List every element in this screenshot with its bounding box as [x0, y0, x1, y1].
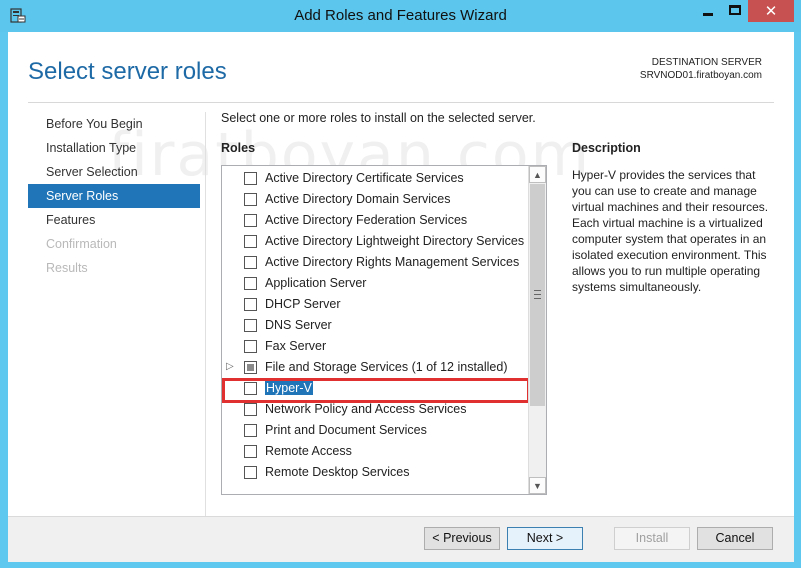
- nav-item-server-selection[interactable]: Server Selection: [28, 160, 200, 184]
- role-label: DNS Server: [265, 318, 332, 332]
- nav-item-confirmation: Confirmation: [46, 237, 117, 251]
- role-row[interactable]: ▷ File and Storage Services (1 of 12 ins…: [222, 357, 528, 378]
- role-row[interactable]: Active Directory Lightweight Directory S…: [222, 231, 528, 252]
- header-divider: [28, 102, 774, 103]
- close-icon: ✕: [764, 3, 778, 20]
- minimize-button[interactable]: [694, 0, 722, 22]
- role-checkbox[interactable]: [244, 172, 257, 185]
- role-row[interactable]: Active Directory Rights Management Servi…: [222, 252, 528, 273]
- role-checkbox[interactable]: [244, 466, 257, 479]
- expand-arrow-icon[interactable]: ▷: [226, 361, 234, 372]
- role-label: Active Directory Rights Management Servi…: [265, 255, 520, 269]
- role-label: Print and Document Services: [265, 423, 427, 437]
- nav-divider: [205, 112, 206, 522]
- role-label: Active Directory Certificate Services: [265, 171, 464, 185]
- role-label: Fax Server: [265, 339, 327, 353]
- wizard-nav: Before You Begin Installation Type Serve…: [28, 112, 200, 280]
- page-title: Select server roles: [28, 58, 227, 85]
- nav-item-features[interactable]: Features: [28, 208, 200, 232]
- nav-item-server-roles[interactable]: Server Roles: [28, 184, 200, 208]
- role-row[interactable]: Remote Access: [222, 441, 528, 462]
- install-button: Install: [614, 527, 690, 550]
- role-checkbox[interactable]: [244, 214, 257, 227]
- role-label: Active Directory Lightweight Directory S…: [265, 234, 525, 248]
- hyper-v-highlight: [222, 378, 530, 403]
- nav-item-before-you-begin[interactable]: Before You Begin: [28, 112, 200, 136]
- title-bar: Add Roles and Features Wizard ✕: [0, 0, 801, 32]
- role-label: Network Policy and Access Services: [265, 402, 467, 416]
- description-heading: Description: [572, 141, 641, 155]
- role-label: Application Server: [265, 276, 367, 290]
- scroll-down-icon[interactable]: ▼: [529, 477, 546, 494]
- scroll-thumb[interactable]: [530, 184, 545, 406]
- roles-heading: Roles: [221, 141, 256, 155]
- role-checkbox[interactable]: [244, 361, 257, 374]
- role-row[interactable]: Remote Desktop Services: [222, 462, 528, 483]
- role-checkbox[interactable]: [244, 256, 257, 269]
- role-label: Remote Desktop Services: [265, 465, 410, 479]
- cancel-button[interactable]: Cancel: [697, 527, 773, 550]
- role-checkbox[interactable]: [244, 424, 257, 437]
- role-label: Remote Access: [265, 444, 352, 458]
- role-row[interactable]: DNS Server: [222, 315, 528, 336]
- destination-server: SRVNOD01.firatboyan.com: [639, 70, 762, 81]
- role-checkbox[interactable]: [244, 277, 257, 290]
- role-checkbox[interactable]: [244, 340, 257, 353]
- role-label: Active Directory Federation Services: [265, 213, 468, 227]
- grip-icon: [534, 290, 541, 299]
- next-button[interactable]: Next >: [507, 527, 583, 550]
- roles-scrollbar[interactable]: ▲ ▼: [528, 166, 546, 494]
- destination-label: DESTINATION SERVER: [651, 57, 762, 68]
- roles-list[interactable]: Active Directory Certificate Services Ac…: [221, 165, 547, 495]
- role-checkbox[interactable]: [244, 235, 257, 248]
- role-checkbox[interactable]: [244, 319, 257, 332]
- role-checkbox[interactable]: [244, 193, 257, 206]
- role-label: Active Directory Domain Services: [265, 192, 451, 206]
- minimize-icon: [703, 13, 713, 16]
- window-title: Add Roles and Features Wizard: [294, 7, 507, 24]
- role-row[interactable]: DHCP Server: [222, 294, 528, 315]
- wizard-footer: < Previous Next > Install Cancel: [8, 516, 794, 562]
- role-label: DHCP Server: [265, 297, 341, 311]
- nav-item-results: Results: [46, 261, 88, 275]
- role-row[interactable]: Print and Document Services: [222, 420, 528, 441]
- role-row[interactable]: Fax Server: [222, 336, 528, 357]
- wizard-client-area: firatboyan.com Select server roles DESTI…: [8, 32, 794, 562]
- role-checkbox[interactable]: [244, 403, 257, 416]
- role-row[interactable]: Application Server: [222, 273, 528, 294]
- previous-button[interactable]: < Previous: [424, 527, 500, 550]
- role-checkbox[interactable]: [244, 445, 257, 458]
- nav-item-installation-type[interactable]: Installation Type: [28, 136, 200, 160]
- instruction-text: Select one or more roles to install on t…: [221, 111, 536, 125]
- role-row[interactable]: Active Directory Domain Services: [222, 189, 528, 210]
- role-checkbox[interactable]: [244, 298, 257, 311]
- role-row[interactable]: Active Directory Certificate Services: [222, 168, 528, 189]
- description-text: Hyper-V provides the services that you c…: [572, 168, 769, 294]
- scroll-up-icon[interactable]: ▲: [529, 166, 546, 183]
- maximize-icon: [729, 5, 741, 15]
- close-button[interactable]: ✕: [748, 0, 794, 22]
- role-label: File and Storage Services (1 of 12 insta…: [265, 360, 508, 374]
- maximize-button[interactable]: [722, 0, 748, 22]
- role-row[interactable]: Active Directory Federation Services: [222, 210, 528, 231]
